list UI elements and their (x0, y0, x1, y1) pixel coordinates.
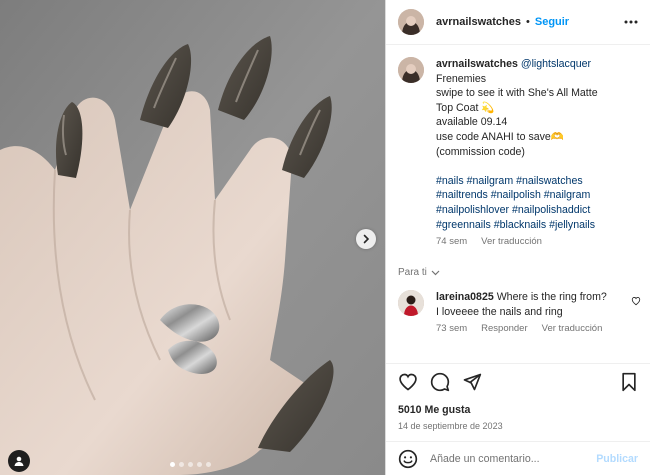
caption-line: available 09.14 (436, 116, 508, 129)
caption-line: (commission code) (436, 145, 525, 158)
comment-input[interactable] (430, 452, 597, 465)
post-photo (0, 0, 385, 475)
caption-avatar[interactable] (398, 57, 424, 83)
comment-reply-button[interactable]: Responder (481, 323, 527, 334)
comment-time[interactable]: 73 sem (436, 323, 467, 334)
comment-item: lareina0825 Where is the ring from? I lo… (398, 290, 641, 334)
post-side-panel: avrnailswatches • Seguir avrnailswatches… (385, 0, 650, 475)
avatar-image (398, 57, 424, 83)
carousel-indicator (170, 462, 211, 467)
follow-button[interactable]: Seguir (535, 16, 569, 28)
header-separator: • (526, 16, 530, 28)
carousel-next-button[interactable] (356, 229, 376, 249)
comment-like-button[interactable] (631, 296, 641, 309)
author-username[interactable]: avrnailswatches (436, 16, 521, 28)
carousel-dot (206, 462, 211, 467)
comment-button[interactable] (430, 372, 450, 392)
for-you-filter[interactable]: Para ti (398, 267, 638, 278)
tagged-users-button[interactable] (8, 450, 30, 472)
caption-translate-link[interactable]: Ver traducción (481, 236, 542, 247)
post-date[interactable]: 14 de septiembre de 2023 (398, 421, 638, 431)
post-actions-section: 5010 Me gusta 14 de septiembre de 2023 (386, 363, 650, 441)
chevron-right-icon (363, 234, 370, 244)
post-media[interactable] (0, 0, 385, 475)
avatar-image (398, 290, 424, 317)
avatar-image (398, 9, 424, 35)
caption-line: Frenemies (436, 72, 487, 85)
carousel-dot (179, 462, 184, 467)
for-you-label: Para ti (398, 267, 427, 279)
heart-icon (399, 373, 417, 391)
likes-count[interactable]: 5010 Me gusta (398, 404, 638, 416)
share-button[interactable] (462, 372, 482, 392)
add-comment-bar: Publicar (386, 441, 650, 475)
caption-meta: 74 sem Ver traducción (436, 236, 598, 247)
author-avatar[interactable] (398, 9, 424, 35)
more-options-button[interactable] (624, 20, 638, 24)
emoji-icon (398, 449, 418, 468)
caption-hashtags[interactable]: #greennails #blacknails #jellynails (436, 218, 598, 233)
emoji-button[interactable] (398, 449, 418, 469)
heart-icon (631, 297, 641, 306)
chevron-down-icon (431, 270, 440, 275)
user-tag-icon (14, 456, 24, 466)
caption-text: avrnailswatches @lightslacquer Frenemies… (436, 57, 598, 232)
post-header: avrnailswatches • Seguir (386, 0, 650, 45)
caption-mention[interactable]: @lightslacquer (521, 58, 591, 70)
caption-line: Top Coat 💫 (436, 101, 495, 114)
carousel-dot (170, 462, 175, 467)
caption-hashtags[interactable]: #nails #nailgram #nailswatches (436, 174, 598, 189)
caption-username[interactable]: avrnailswatches (436, 58, 518, 70)
commenter-avatar[interactable] (398, 290, 424, 317)
caption-line: use code ANAHI to save🫶 (436, 130, 565, 143)
caption-hashtags[interactable]: #nailtrends #nailpolish #nailgram (436, 188, 598, 203)
comment-username[interactable]: lareina0825 (436, 291, 494, 303)
carousel-dot (197, 462, 202, 467)
post-caption: avrnailswatches @lightslacquer Frenemies… (398, 57, 638, 247)
comment-text-first: Where is the ring from? (496, 291, 607, 304)
like-button[interactable] (398, 372, 418, 392)
comment-translate-link[interactable]: Ver traducción (542, 323, 603, 334)
action-bar (398, 364, 638, 400)
caption-time[interactable]: 74 sem (436, 236, 467, 247)
instagram-post-modal: avrnailswatches • Seguir avrnailswatches… (0, 0, 650, 475)
save-button[interactable] (620, 372, 638, 392)
publish-button[interactable]: Publicar (596, 453, 638, 465)
comment-meta: 73 sem Responder Ver traducción (436, 323, 623, 334)
comment-icon (430, 372, 450, 392)
bookmark-icon (622, 372, 636, 392)
comment-text: lareina0825 Where is the ring from? I lo… (436, 290, 623, 319)
share-icon (463, 373, 482, 391)
caption-line: swipe to see it with She's All Matte (436, 87, 598, 100)
carousel-dot (188, 462, 193, 467)
caption-hashtags[interactable]: #nailpolishlover #nailpolishaddict (436, 203, 598, 218)
comments-section[interactable]: avrnailswatches @lightslacquer Frenemies… (386, 45, 650, 363)
comment-text-second: I loveeee the nails and ring (436, 305, 563, 318)
more-horizontal-icon (624, 20, 638, 24)
